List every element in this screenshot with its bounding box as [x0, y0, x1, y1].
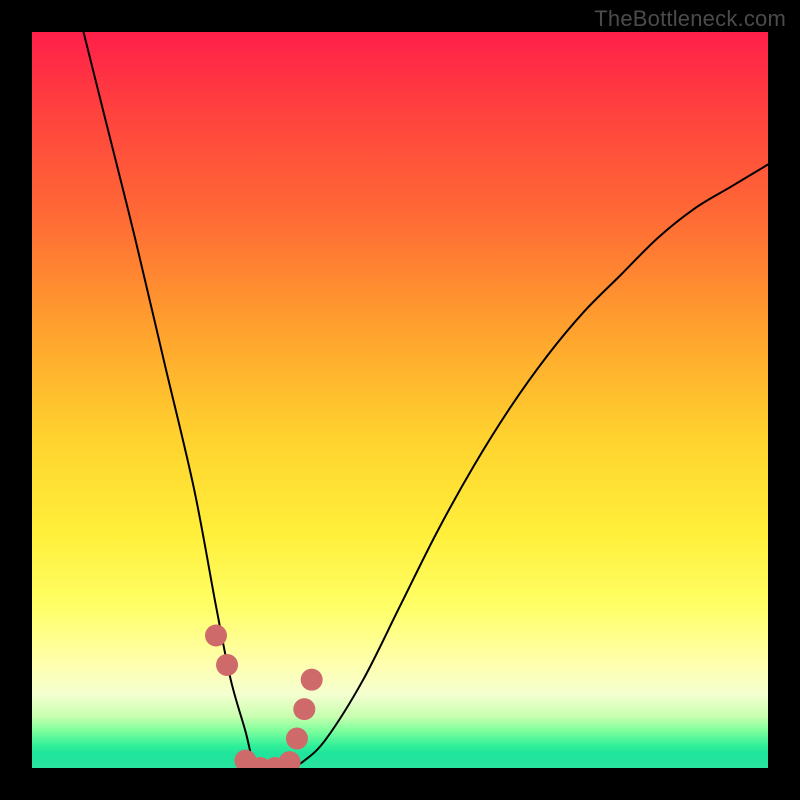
highlight-marker — [205, 625, 227, 647]
highlight-marker — [293, 698, 315, 720]
plot-area — [32, 32, 768, 768]
highlight-marker — [216, 654, 238, 676]
bottleneck-curve-path — [84, 32, 768, 768]
bottleneck-curve — [84, 32, 768, 768]
watermark-text: TheBottleneck.com — [594, 6, 786, 32]
highlight-marker — [301, 669, 323, 691]
highlight-marker — [279, 751, 301, 768]
curve-layer — [32, 32, 768, 768]
chart-frame: TheBottleneck.com — [0, 0, 800, 800]
highlight-marker — [286, 728, 308, 750]
